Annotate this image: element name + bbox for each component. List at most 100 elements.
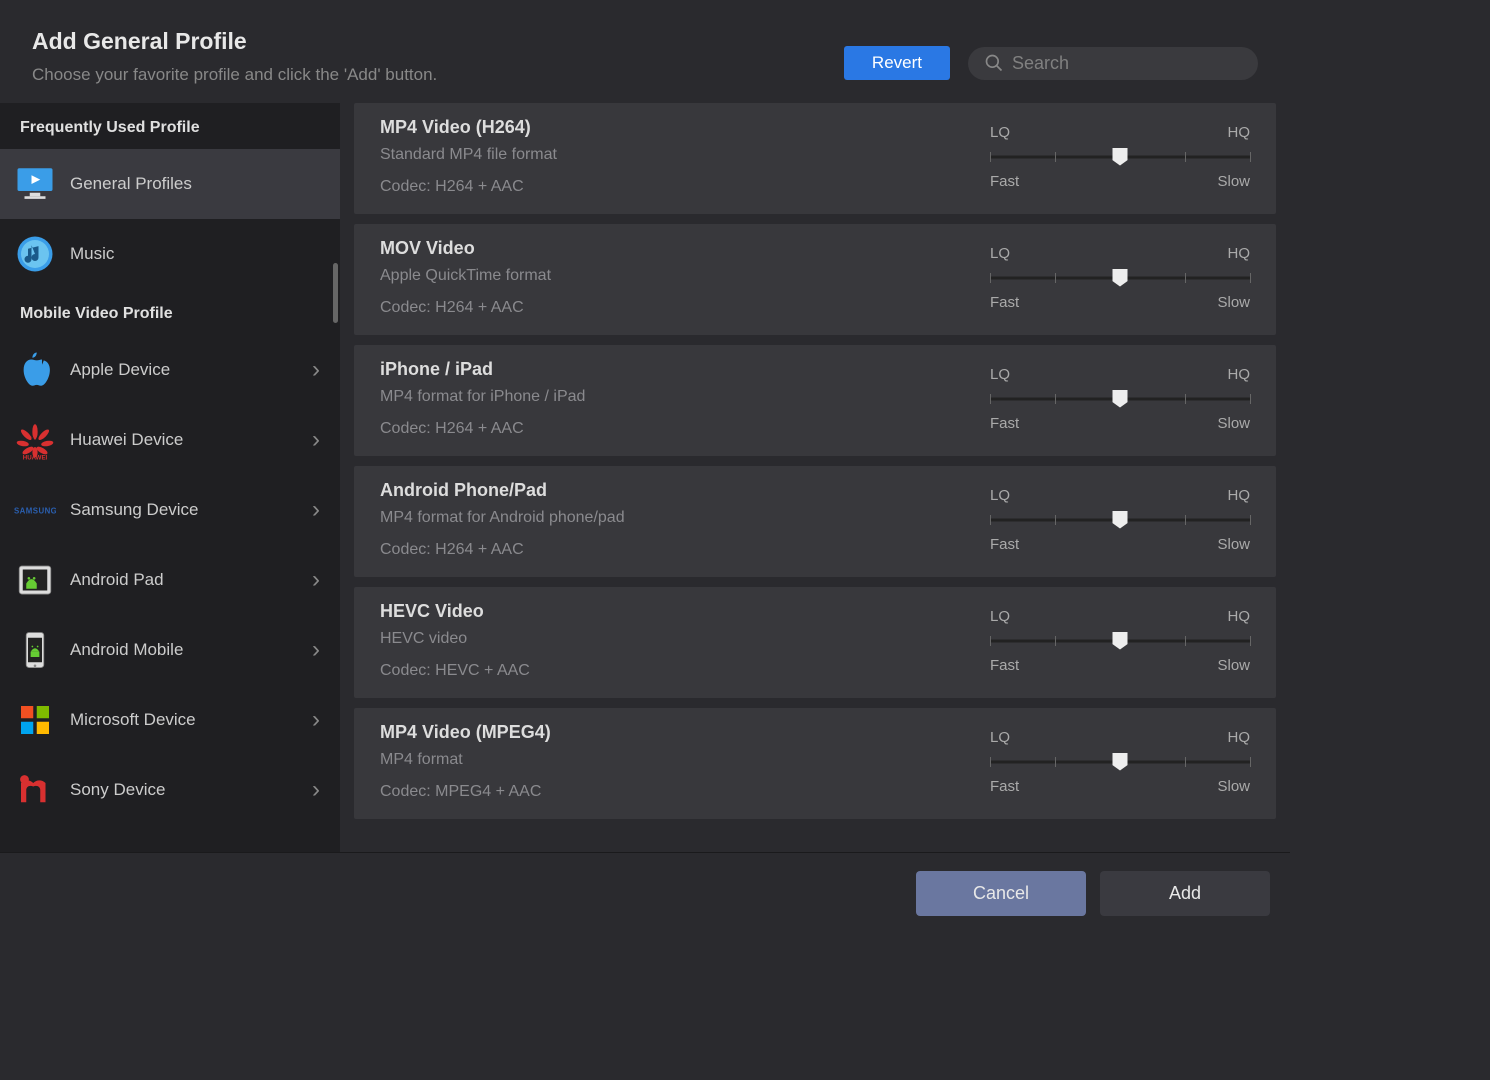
chevron-right-icon: › <box>312 426 320 454</box>
hq-label: HQ <box>1228 487 1251 504</box>
sidebar-section-frequent: Frequently Used Profile <box>0 103 340 149</box>
chevron-right-icon: › <box>312 706 320 734</box>
profile-card[interactable]: MP4 Video (MPEG4) MP4 format Codec: MPEG… <box>354 708 1276 819</box>
add-button[interactable]: Add <box>1100 871 1270 916</box>
profile-title: MP4 Video (MPEG4) <box>380 722 990 743</box>
hq-label: HQ <box>1228 729 1251 746</box>
quality-slider[interactable]: LQ HQ Fast Slow <box>990 124 1250 190</box>
profile-desc: Apple QuickTime format <box>380 267 990 285</box>
sidebar-item-monitor[interactable]: General Profiles <box>0 149 340 219</box>
profile-codec: Codec: H264 + AAC <box>380 541 990 559</box>
slider-handle[interactable] <box>1113 753 1128 771</box>
profile-title: Android Phone/Pad <box>380 480 990 501</box>
profile-card[interactable]: HEVC Video HEVC video Codec: HEVC + AAC … <box>354 587 1276 698</box>
sidebar-section-mobile: Mobile Video Profile <box>0 289 340 335</box>
footer: Cancel Add <box>0 852 1290 934</box>
slider-handle[interactable] <box>1113 511 1128 529</box>
slider-handle[interactable] <box>1113 148 1128 166</box>
monitor-icon <box>14 163 56 205</box>
header: Add General Profile Choose your favorite… <box>0 0 1290 103</box>
slider-handle[interactable] <box>1113 269 1128 287</box>
quality-slider[interactable]: LQ HQ Fast Slow <box>990 366 1250 432</box>
lq-label: LQ <box>990 608 1010 625</box>
sidebar-scrollbar[interactable] <box>333 263 338 323</box>
profile-card[interactable]: MOV Video Apple QuickTime format Codec: … <box>354 224 1276 335</box>
fast-label: Fast <box>990 415 1019 432</box>
profile-title: iPhone / iPad <box>380 359 990 380</box>
page-title: Add General Profile <box>32 28 437 55</box>
sidebar-item-label: Huawei Device <box>70 430 312 450</box>
quality-slider[interactable]: LQHQ FastSlow <box>990 487 1250 553</box>
profile-card[interactable]: Android Phone/Pad MP4 format for Android… <box>354 466 1276 577</box>
sidebar-item-sony[interactable]: Sony Device› <box>0 755 340 825</box>
search-field[interactable] <box>968 47 1258 80</box>
chevron-right-icon: › <box>312 566 320 594</box>
profile-card[interactable]: MP4 Video (H264) Standard MP4 file forma… <box>354 103 1276 214</box>
cancel-button[interactable]: Cancel <box>916 871 1086 916</box>
quality-slider[interactable]: LQHQ FastSlow <box>990 608 1250 674</box>
sidebar-item-apple[interactable]: Apple Device› <box>0 335 340 405</box>
apple-icon <box>14 349 56 391</box>
fast-label: Fast <box>990 294 1019 311</box>
revert-button[interactable]: Revert <box>844 46 950 80</box>
slow-label: Slow <box>1217 415 1250 432</box>
page-subtitle: Choose your favorite profile and click t… <box>32 65 437 85</box>
sidebar-item-androidpad[interactable]: Android Pad› <box>0 545 340 615</box>
samsung-icon: SAMSUNG <box>14 489 56 531</box>
fast-label: Fast <box>990 657 1019 674</box>
profile-desc: HEVC video <box>380 630 990 648</box>
profile-codec: Codec: H264 + AAC <box>380 178 990 196</box>
microsoft-icon <box>14 699 56 741</box>
sidebar-item-label: Android Pad <box>70 570 312 590</box>
chevron-right-icon: › <box>312 636 320 664</box>
profile-codec: Codec: H264 + AAC <box>380 299 990 317</box>
fast-label: Fast <box>990 536 1019 553</box>
huawei-icon: HUAWEI <box>14 419 56 461</box>
sidebar-item-music[interactable]: Music <box>0 219 340 289</box>
search-input[interactable] <box>1012 53 1242 74</box>
hq-label: HQ <box>1228 124 1251 141</box>
androidpad-icon <box>14 559 56 601</box>
sidebar-item-androidmobile[interactable]: Android Mobile› <box>0 615 340 685</box>
slider-handle[interactable] <box>1113 390 1128 408</box>
slow-label: Slow <box>1217 294 1250 311</box>
fast-label: Fast <box>990 173 1019 190</box>
sidebar-item-label: Android Mobile <box>70 640 312 660</box>
sony-icon <box>14 769 56 811</box>
profile-desc: MP4 format for Android phone/pad <box>380 509 990 527</box>
sidebar-item-label: Apple Device <box>70 360 312 380</box>
slow-label: Slow <box>1217 657 1250 674</box>
profile-title: MOV Video <box>380 238 990 259</box>
svg-text:SAMSUNG: SAMSUNG <box>14 507 56 516</box>
profile-codec: Codec: H264 + AAC <box>380 420 990 438</box>
quality-slider[interactable]: LQ HQ Fast Slow <box>990 729 1250 795</box>
sidebar-item-label: Sony Device <box>70 780 312 800</box>
search-icon <box>984 53 1004 73</box>
sidebar-item-label: Samsung Device <box>70 500 312 520</box>
sidebar-item-microsoft[interactable]: Microsoft Device› <box>0 685 340 755</box>
svg-text:HUAWEI: HUAWEI <box>23 454 48 461</box>
slider-handle[interactable] <box>1113 632 1128 650</box>
sidebar-item-label: Music <box>70 244 326 264</box>
sidebar-item-huawei[interactable]: HUAWEI Huawei Device› <box>0 405 340 475</box>
profile-title: MP4 Video (H264) <box>380 117 990 138</box>
slow-label: Slow <box>1217 536 1250 553</box>
lq-label: LQ <box>990 729 1010 746</box>
profile-desc: MP4 format for iPhone / iPad <box>380 388 990 406</box>
profile-codec: Codec: HEVC + AAC <box>380 662 990 680</box>
fast-label: Fast <box>990 778 1019 795</box>
hq-label: HQ <box>1228 245 1251 262</box>
sidebar: Frequently Used Profile General Profiles… <box>0 103 340 852</box>
music-icon <box>14 233 56 275</box>
slow-label: Slow <box>1217 173 1250 190</box>
profile-card[interactable]: iPhone / iPad MP4 format for iPhone / iP… <box>354 345 1276 456</box>
slow-label: Slow <box>1217 778 1250 795</box>
sidebar-item-label: Microsoft Device <box>70 710 312 730</box>
lq-label: LQ <box>990 124 1010 141</box>
lq-label: LQ <box>990 366 1010 383</box>
quality-slider[interactable]: LQHQ FastSlow <box>990 245 1250 311</box>
profile-desc: Standard MP4 file format <box>380 146 990 164</box>
sidebar-item-samsung[interactable]: SAMSUNGSamsung Device› <box>0 475 340 545</box>
hq-label: HQ <box>1228 366 1251 383</box>
androidmobile-icon <box>14 629 56 671</box>
